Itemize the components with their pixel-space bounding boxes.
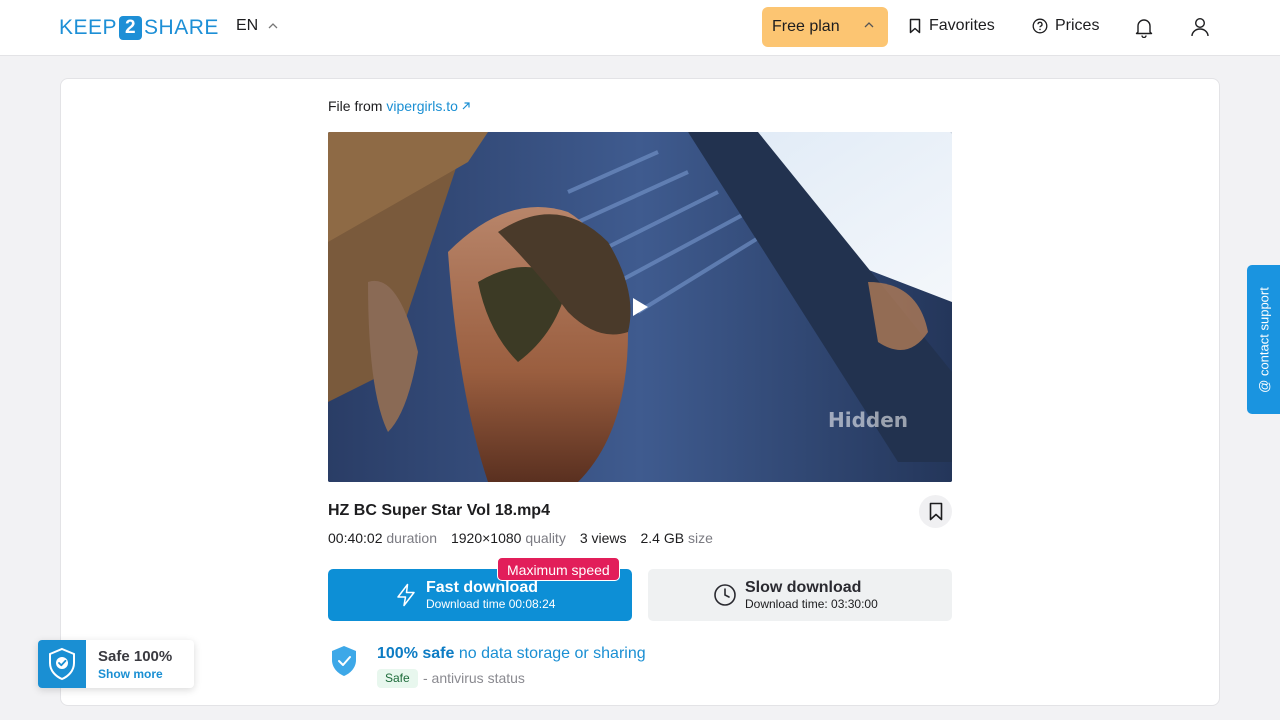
show-more-link[interactable]: Show more bbox=[98, 667, 163, 681]
logo-text-2: 2 bbox=[119, 16, 143, 40]
meta-duration: 00:40:02 duration bbox=[328, 530, 437, 546]
file-name: HZ BC Super Star Vol 18.mp4 bbox=[328, 502, 550, 519]
clock-icon bbox=[714, 584, 736, 606]
video-preview[interactable]: Hidden bbox=[328, 132, 952, 482]
file-source: File from vipergirls.to bbox=[328, 98, 471, 114]
slow-download-title: Slow download bbox=[745, 579, 862, 596]
favorites-label: Favorites bbox=[929, 17, 995, 34]
logo-text-share: SHARE bbox=[144, 16, 219, 39]
video-watermark: Hidden bbox=[828, 408, 908, 432]
source-link[interactable]: vipergirls.to bbox=[386, 98, 471, 114]
bookmark-icon bbox=[929, 502, 942, 521]
favorites-link[interactable]: Favorites bbox=[908, 17, 995, 35]
play-icon bbox=[633, 298, 648, 316]
prices-link[interactable]: Prices bbox=[1032, 17, 1099, 35]
language-selector[interactable]: EN bbox=[236, 17, 278, 35]
external-link-icon bbox=[462, 102, 470, 110]
top-header: KEEP 2 SHARE EN Free plan Favorites Pric… bbox=[0, 0, 1280, 56]
antivirus-status-badge: Safe bbox=[377, 669, 418, 688]
contact-support-label: @ contact support bbox=[1256, 286, 1271, 393]
meta-size: 2.4 GB size bbox=[640, 530, 713, 546]
shield-check-icon bbox=[49, 647, 75, 681]
slow-download-time: Download time: 03:30:00 bbox=[745, 597, 878, 611]
language-label: EN bbox=[236, 17, 259, 34]
source-prefix: File from bbox=[328, 98, 383, 114]
bookmark-file-button[interactable] bbox=[919, 495, 952, 528]
keep2share-logo[interactable]: KEEP 2 SHARE bbox=[59, 15, 219, 41]
maximum-speed-badge: Maximum speed bbox=[497, 557, 620, 581]
play-button[interactable] bbox=[617, 284, 663, 330]
fast-download-time: Download time 00:08:24 bbox=[426, 597, 556, 611]
help-circle-icon bbox=[1032, 18, 1048, 34]
chevron-up-icon bbox=[864, 22, 874, 28]
safety-title: 100% safe no data storage or sharing bbox=[377, 645, 646, 662]
prices-label: Prices bbox=[1055, 17, 1100, 34]
meta-quality: 1920×1080 quality bbox=[450, 530, 566, 546]
free-plan-button[interactable]: Free plan bbox=[762, 7, 888, 47]
antivirus-status-label: - antivirus status bbox=[423, 670, 525, 686]
safe-widget-title: Safe 100% bbox=[98, 648, 173, 665]
user-icon bbox=[1191, 17, 1209, 37]
lightning-icon bbox=[397, 583, 415, 607]
slow-download-button[interactable]: Slow download Download time: 03:30:00 bbox=[648, 569, 952, 621]
safe-widget-icon-box bbox=[38, 640, 86, 688]
chevron-up-icon bbox=[268, 23, 278, 29]
logo-text-keep: KEEP bbox=[59, 16, 118, 39]
bookmark-icon bbox=[909, 18, 921, 34]
plan-label: Free plan bbox=[772, 18, 840, 35]
contact-support-tab[interactable]: @ contact support bbox=[1247, 265, 1280, 414]
safe-100-widget[interactable]: Safe 100% Show more bbox=[38, 640, 194, 688]
meta-views: 3 views bbox=[579, 530, 627, 546]
account-button[interactable] bbox=[1187, 14, 1213, 40]
shield-check-icon bbox=[332, 646, 356, 676]
file-meta: 00:40:02 duration 1920×1080 quality 3 vi… bbox=[328, 530, 713, 546]
notifications-button[interactable] bbox=[1131, 14, 1157, 40]
bell-icon bbox=[1135, 19, 1153, 38]
